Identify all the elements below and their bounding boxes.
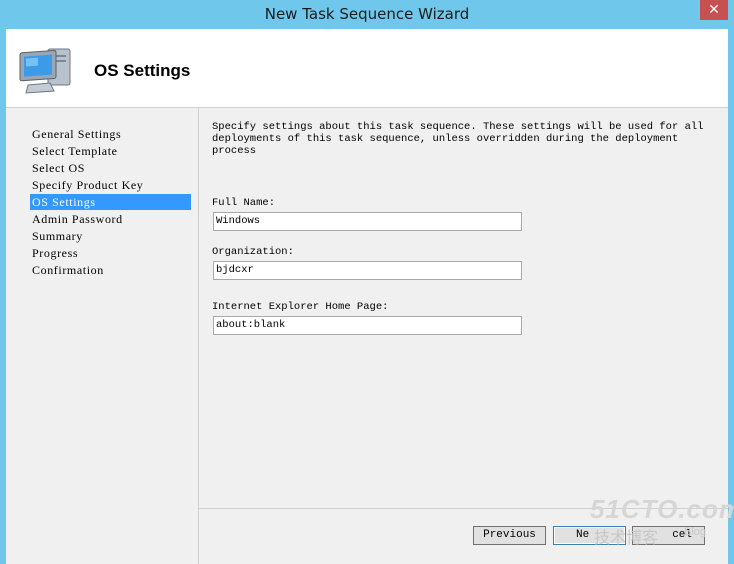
- description-line-2: deployments of this task sequence, unles…: [212, 133, 679, 157]
- nav-item-confirmation[interactable]: Confirmation: [30, 262, 191, 278]
- watermark: 51CTO.com 技术博客 Blog: [586, 494, 734, 550]
- description-line-1: Specify settings about this task sequenc…: [212, 121, 704, 133]
- close-icon[interactable]: ✕: [700, 0, 728, 20]
- nav-item-select-template[interactable]: Select Template: [30, 143, 191, 159]
- wizard-steps-nav: General Settings Select Template Select …: [6, 108, 198, 564]
- description-text: Specify settings about this task sequenc…: [212, 121, 722, 157]
- computer-monitor-icon: [19, 48, 71, 94]
- window-title: New Task Sequence Wizard: [264, 5, 470, 23]
- full-name-field[interactable]: Windows: [213, 212, 522, 231]
- nav-item-select-os[interactable]: Select OS: [30, 160, 191, 176]
- wizard-window: New Task Sequence Wizard ✕ OS Settings G…: [0, 0, 734, 564]
- full-name-label: Full Name:: [212, 197, 276, 209]
- nav-item-admin-password[interactable]: Admin Password: [30, 211, 191, 227]
- watermark-blog-text: Blog: [684, 526, 707, 538]
- nav-item-progress[interactable]: Progress: [30, 245, 191, 261]
- nav-item-specify-product-key[interactable]: Specify Product Key: [30, 177, 191, 193]
- nav-item-summary[interactable]: Summary: [30, 228, 191, 244]
- nav-item-os-settings[interactable]: OS Settings: [30, 194, 191, 210]
- page-title: OS Settings: [94, 61, 191, 80]
- ie-home-page-label: Internet Explorer Home Page:: [212, 301, 389, 313]
- ie-home-page-field[interactable]: about:blank: [213, 316, 522, 335]
- wizard-header: OS Settings: [6, 29, 728, 108]
- wizard-client-area: OS Settings General Settings Select Temp…: [6, 29, 728, 564]
- nav-item-general-settings[interactable]: General Settings: [30, 126, 191, 142]
- watermark-subtext: 技术博客: [594, 530, 659, 547]
- settings-panel: Specify settings about this task sequenc…: [199, 108, 728, 508]
- watermark-logo-text: 51CTO.com: [590, 494, 734, 524]
- organization-label: Organization:: [212, 246, 294, 258]
- title-bar: New Task Sequence Wizard ✕: [0, 0, 734, 28]
- previous-button[interactable]: Previous: [473, 526, 546, 545]
- organization-field[interactable]: bjdcxr: [213, 261, 522, 280]
